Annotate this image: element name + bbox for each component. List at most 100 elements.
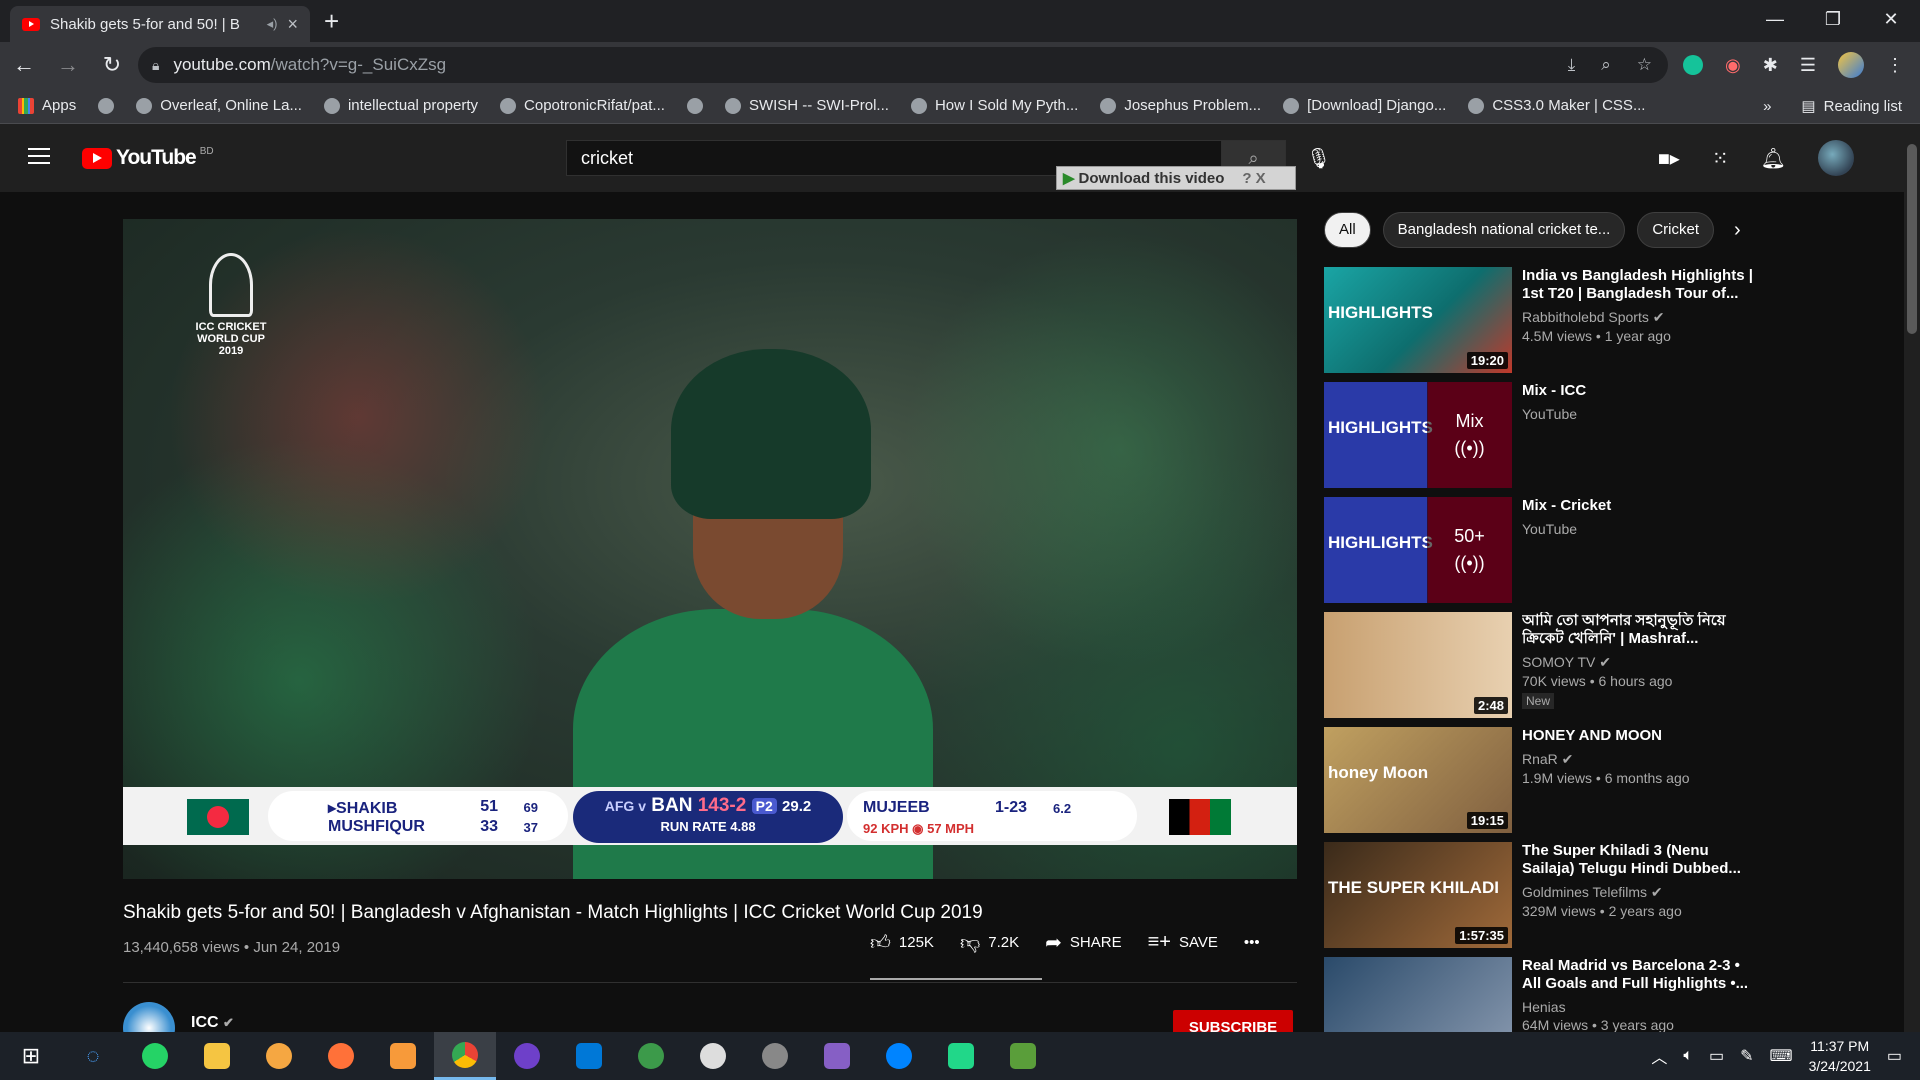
- reading-list-button[interactable]: ▤ Reading list: [1801, 97, 1902, 116]
- channel-avatar[interactable]: [123, 1002, 175, 1032]
- network-icon[interactable]: ▭: [1709, 1046, 1724, 1066]
- download-video-bar[interactable]: ▶ Download this video ? X: [1056, 166, 1296, 190]
- bookmark-item[interactable]: [Download] Django...: [1283, 97, 1446, 114]
- sheet-app-icon[interactable]: [992, 1032, 1054, 1080]
- browser-tab[interactable]: Shakib gets 5-for and 50! | B ◂) ×: [10, 6, 310, 42]
- recommendation-item[interactable]: HIGHLIGHTS 19:20 India vs Bangladesh Highl…: [1324, 267, 1764, 382]
- bookmark-item[interactable]: [686, 97, 703, 114]
- notifications-icon[interactable]: ▭: [1887, 1046, 1902, 1066]
- bookmark-item[interactable]: SWISH -- SWI-Prol...: [724, 97, 889, 114]
- recommendation-channel[interactable]: YouTube: [1522, 521, 1762, 537]
- forward-button[interactable]: →: [48, 52, 88, 78]
- video-thumbnail[interactable]: honey Moon 19:15: [1324, 727, 1512, 833]
- install-icon[interactable]: ⤓: [1568, 55, 1576, 75]
- youtube-logo[interactable]: YouTube BD: [82, 146, 214, 170]
- clock[interactable]: 11:37 PM 3/24/2021: [1809, 1036, 1871, 1076]
- bookmark-item[interactable]: CopotronicRifat/pat...: [500, 97, 665, 114]
- paint-app-icon[interactable]: [682, 1032, 744, 1080]
- recommendation-title[interactable]: Mix - ICC: [1522, 382, 1762, 400]
- video-thumbnail[interactable]: HIGHLIGHTS Mix ((•)): [1324, 382, 1512, 488]
- create-video-icon[interactable]: ■▸: [1658, 146, 1680, 171]
- account-avatar[interactable]: [1818, 140, 1854, 176]
- share-button[interactable]: ➦ SHARE: [1045, 930, 1121, 955]
- recommendation-title[interactable]: India vs Bangladesh Highlights | 1st T20…: [1522, 267, 1762, 303]
- video-thumbnail[interactable]: HIGHLIGHTS 50+ ((•)): [1324, 497, 1512, 603]
- menu-hamburger-icon[interactable]: [28, 148, 50, 164]
- recommendation-channel[interactable]: Henias: [1522, 999, 1762, 1015]
- extension-icon[interactable]: ◉: [1725, 55, 1741, 76]
- vscode-icon[interactable]: [558, 1032, 620, 1080]
- keyboard-icon[interactable]: ⌨: [1769, 1046, 1792, 1066]
- photo-app-icon[interactable]: [372, 1032, 434, 1080]
- media-icon[interactable]: ☰: [1800, 55, 1816, 76]
- lock-icon[interactable]: 🔒︎: [152, 57, 159, 74]
- chip-cricket[interactable]: Cricket: [1637, 212, 1714, 248]
- recommendation-item[interactable]: HIGHLIGHTS Mix ((•)) Mix - ICC YouTube: [1324, 382, 1764, 497]
- bookmark-item[interactable]: Josephus Problem...: [1100, 97, 1261, 114]
- download-help-icon[interactable]: ?: [1242, 170, 1251, 187]
- video-thumbnail[interactable]: HIGHLIGHTS 19:20: [1324, 267, 1512, 373]
- whatsapp-icon[interactable]: [124, 1032, 186, 1080]
- profile-avatar[interactable]: [1838, 52, 1864, 78]
- file-explorer-icon[interactable]: [186, 1032, 248, 1080]
- chevron-up-icon[interactable]: ︿: [1651, 1044, 1667, 1068]
- dislike-button[interactable]: 👎︎ 7.2K: [960, 931, 1019, 955]
- bookmark-item[interactable]: Apps: [18, 97, 76, 114]
- video-player[interactable]: ICC CRICKET WORLD CUP 2019 ▸SHAKIB 51 69…: [123, 219, 1297, 879]
- chrome-icon[interactable]: [434, 1032, 496, 1080]
- recommendation-item[interactable]: 2:48 আমি তো আপনার সহানুভূতি নিয়ে ক্রিকেট…: [1324, 612, 1764, 727]
- zoom-icon[interactable]: ⌕: [1601, 55, 1611, 75]
- github-desktop-icon[interactable]: [496, 1032, 558, 1080]
- back-button[interactable]: ←: [4, 52, 44, 78]
- bookmark-item[interactable]: How I Sold My Pyth...: [910, 97, 1078, 114]
- apps-grid-icon[interactable]: ⁙: [1712, 146, 1729, 171]
- messenger-icon[interactable]: [868, 1032, 930, 1080]
- close-window-button[interactable]: ✕: [1862, 0, 1920, 38]
- windows-start-icon[interactable]: ⊞: [0, 1032, 62, 1080]
- save-button[interactable]: ≡+ SAVE: [1148, 931, 1218, 954]
- page-scrollbar[interactable]: [1904, 124, 1920, 1032]
- download-close-icon[interactable]: X: [1256, 170, 1266, 187]
- search-circle-icon[interactable]: ◌: [62, 1032, 124, 1080]
- chip-all[interactable]: All: [1324, 212, 1371, 248]
- restore-button[interactable]: ❐: [1804, 0, 1862, 38]
- recommendation-item[interactable]: Real Madrid vs Barcelona 2-3 • All Goals…: [1324, 957, 1764, 1032]
- speaker-icon[interactable]: ◂): [267, 16, 278, 32]
- like-button[interactable]: 👍︎ 125K: [870, 931, 934, 955]
- recommendation-channel[interactable]: RnaR ✔: [1522, 751, 1762, 768]
- pycharm-icon[interactable]: [930, 1032, 992, 1080]
- scrollbar-thumb[interactable]: [1907, 144, 1917, 334]
- video-thumbnail[interactable]: 2:48: [1324, 612, 1512, 718]
- channel-name[interactable]: ICC ✔: [191, 1014, 234, 1032]
- reload-button[interactable]: ↻: [92, 52, 132, 78]
- tab-close-icon[interactable]: ×: [287, 14, 298, 35]
- star-icon[interactable]: ☆: [1637, 55, 1652, 75]
- recommendation-channel[interactable]: YouTube: [1522, 406, 1762, 422]
- recommendation-title[interactable]: Real Madrid vs Barcelona 2-3 • All Goals…: [1522, 957, 1762, 993]
- recommendation-channel[interactable]: SOMOY TV ✔: [1522, 654, 1762, 671]
- new-tab-button[interactable]: +: [324, 6, 339, 37]
- bookmark-item[interactable]: [98, 97, 115, 114]
- address-bar[interactable]: 🔒︎ youtube.com/watch?v=g-_SuiCxZsg ⤓ ⌕ ☆: [138, 47, 1668, 83]
- chip-bangladesh[interactable]: Bangladesh national cricket te...: [1382, 212, 1626, 248]
- recommendation-title[interactable]: আমি তো আপনার সহানুভূতি নিয়ে ক্রিকেট খেল…: [1522, 612, 1762, 648]
- satellite-app-icon[interactable]: [744, 1032, 806, 1080]
- recommendation-title[interactable]: Mix - Cricket: [1522, 497, 1762, 515]
- bookmark-item[interactable]: intellectual property: [323, 97, 478, 114]
- recommendation-title[interactable]: The Super Khiladi 3 (Nenu Sailaja) Telug…: [1522, 842, 1762, 878]
- subscribe-button[interactable]: SUBSCRIBE: [1173, 1010, 1293, 1032]
- pen-icon[interactable]: ✎: [1740, 1046, 1753, 1066]
- bookmarks-more-button[interactable]: »: [1763, 98, 1771, 115]
- minimize-button[interactable]: —: [1746, 0, 1804, 38]
- browser-shield-icon[interactable]: [248, 1032, 310, 1080]
- video-thumbnail[interactable]: THE SUPER KHILADI 1:57:35: [1324, 842, 1512, 948]
- menu-icon[interactable]: ⋮: [1886, 55, 1904, 76]
- maps-app-icon[interactable]: [620, 1032, 682, 1080]
- volume-icon[interactable]: 🔈︎: [1683, 1047, 1693, 1065]
- puzzle-icon[interactable]: ✱: [1763, 55, 1778, 76]
- grammarly-icon[interactable]: [1683, 55, 1704, 75]
- microphone-icon[interactable]: 🎙︎: [1306, 146, 1331, 171]
- video-thumbnail[interactable]: [1324, 957, 1512, 1032]
- visual-studio-icon[interactable]: [806, 1032, 868, 1080]
- chevron-right-icon[interactable]: ›: [1726, 219, 1741, 242]
